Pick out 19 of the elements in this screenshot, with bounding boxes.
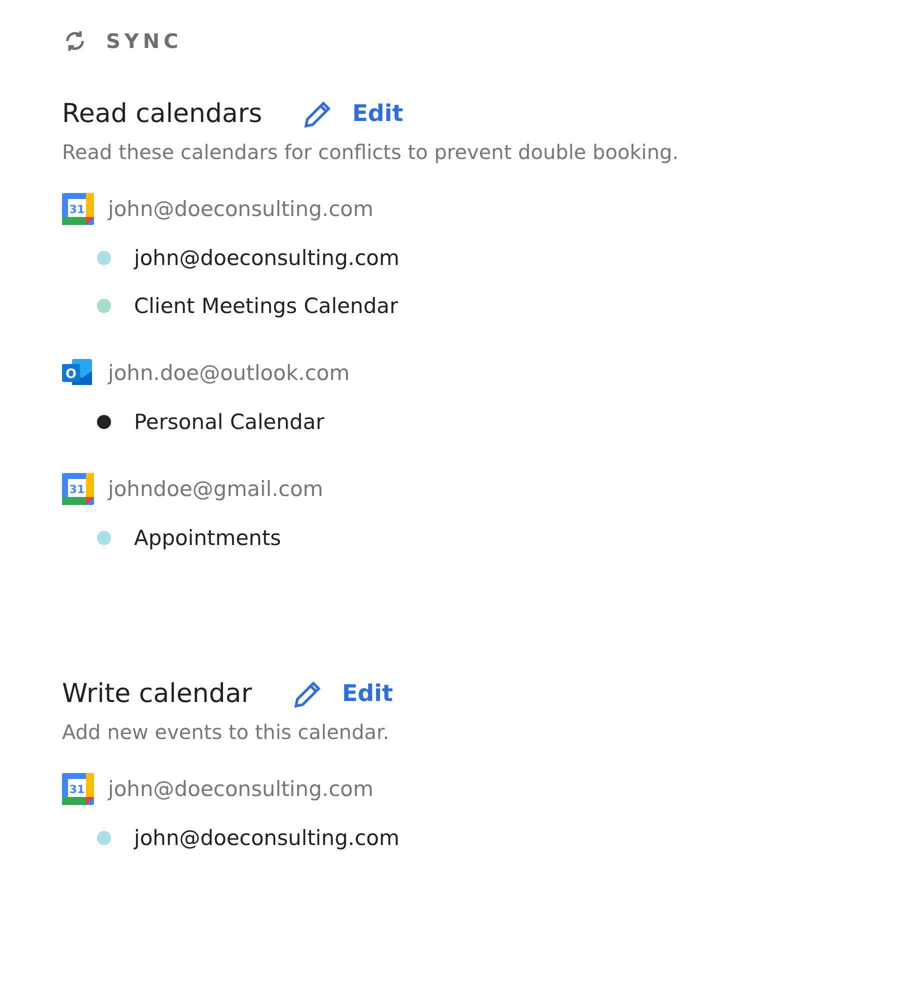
calendar-name: Client Meetings Calendar <box>134 294 398 318</box>
section-title: Write calendar <box>62 679 252 709</box>
calendar-name: Personal Calendar <box>134 410 324 434</box>
calendar-name: Appointments <box>134 526 282 550</box>
edit-link[interactable]: Edit <box>302 98 404 130</box>
section-description: Read these calendars for conflicts to prevent double booking. <box>62 140 680 164</box>
section-description: Add new events to this calendar. <box>62 720 390 744</box>
calendar-name: john@doeconsulting.com <box>134 826 400 850</box>
account-email: john.doe@outlook.com <box>108 361 350 385</box>
account-email: john@doeconsulting.com <box>108 197 374 221</box>
calendar-name: john@doeconsulting.com <box>134 246 400 270</box>
calendar-logo-icon: 31 <box>62 773 94 805</box>
account-email: john@doeconsulting.com <box>108 777 374 801</box>
edit-link[interactable]: Edit <box>292 678 394 710</box>
section-title: Read calendars <box>62 99 262 129</box>
section-heading: SYNC <box>106 29 182 53</box>
calendar-logo-icon: 31 <box>62 193 94 225</box>
account-email: johndoe@gmail.com <box>108 477 324 501</box>
calendar-logo-icon: 31 <box>62 473 94 505</box>
